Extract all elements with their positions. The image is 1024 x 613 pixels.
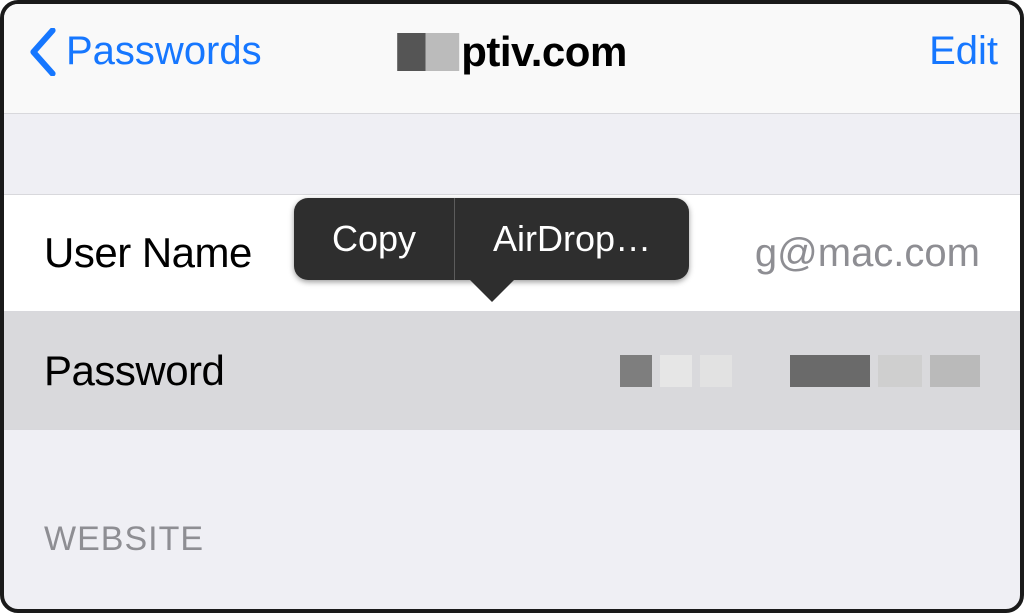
copy-menu-item[interactable]: Copy (294, 198, 454, 280)
back-label: Passwords (66, 29, 262, 74)
airdrop-menu-item[interactable]: AirDrop… (455, 198, 689, 280)
popover-arrow-icon (468, 278, 516, 302)
spacer (4, 430, 1020, 520)
chevron-left-icon (26, 28, 60, 76)
page-title: ptiv.com (397, 28, 627, 76)
navigation-bar: Passwords ptiv.com Edit (4, 4, 1020, 114)
context-menu: Copy AirDrop… (294, 198, 689, 280)
edit-button[interactable]: Edit (929, 29, 998, 74)
website-section-header: WEBSITE (4, 520, 1020, 559)
username-label: User Name (44, 229, 252, 277)
password-value-redacted (620, 355, 980, 387)
username-value: g@mac.com (755, 231, 980, 276)
password-row[interactable]: Password (4, 312, 1020, 430)
password-detail-screen: Passwords ptiv.com Edit User Name g@mac.… (0, 0, 1024, 613)
title-suffix: ptiv.com (461, 28, 627, 76)
spacer (4, 114, 1020, 194)
password-label: Password (44, 347, 224, 395)
redacted-title-prefix (397, 33, 459, 71)
back-button[interactable]: Passwords (26, 28, 262, 76)
